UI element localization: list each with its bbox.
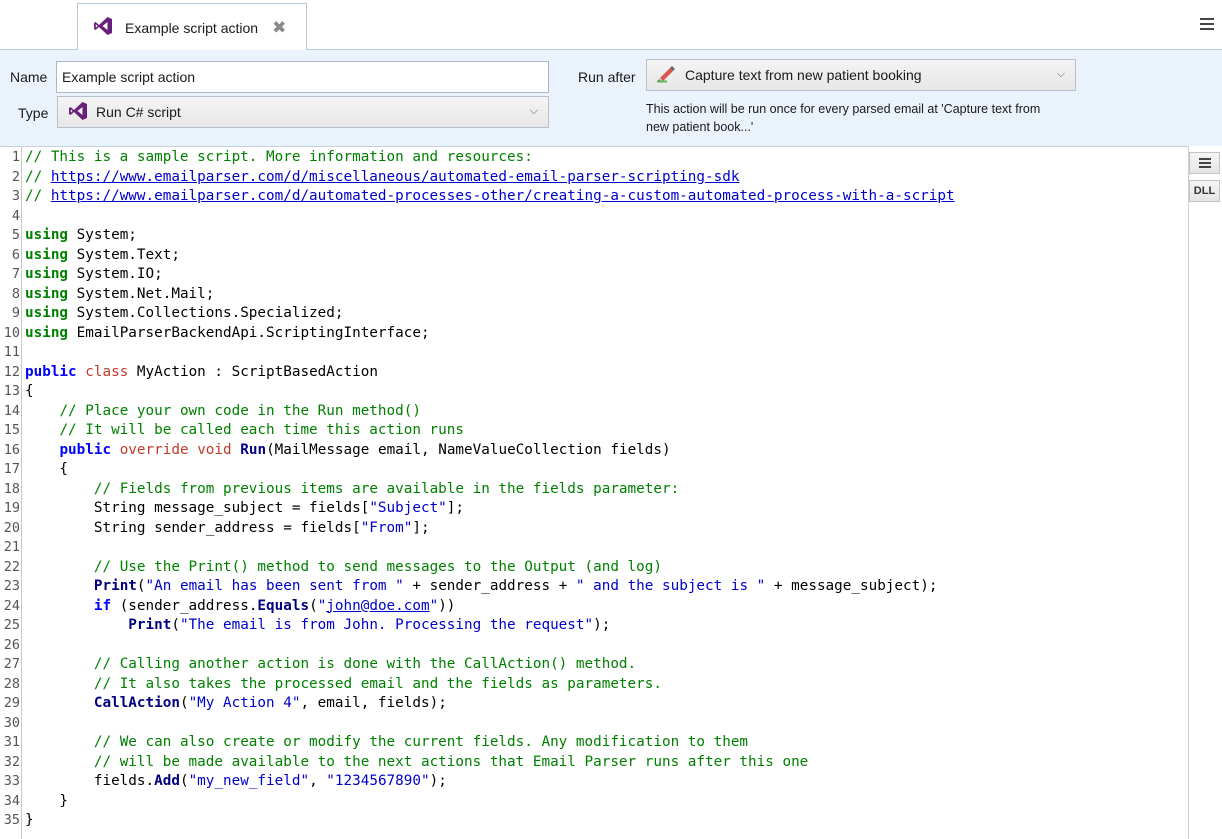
line-number: 5 — [11, 227, 20, 243]
code-line[interactable]: // Fields from previous items are availa… — [25, 480, 955, 500]
run-after-dropdown[interactable]: Capture text from new patient booking ⌵ — [646, 59, 1076, 91]
tab-bar: Example script action ✖ — [0, 0, 1222, 51]
run-after-note: This action will be run once for every p… — [646, 102, 1041, 134]
line-number: 31 — [3, 734, 20, 750]
line-number: 25 — [3, 617, 20, 633]
line-number: 15 — [3, 422, 20, 438]
line-number: 32 — [3, 753, 20, 770]
line-number: 3 — [11, 188, 20, 204]
code-line[interactable]: ​ — [25, 636, 955, 656]
line-number: 23 — [3, 578, 20, 594]
code-line[interactable]: // Use the Print() method to send messag… — [25, 558, 955, 578]
code-line[interactable]: ​ — [25, 207, 955, 227]
line-number: 34 — [3, 792, 20, 809]
code-line[interactable]: String sender_address = fields["From"]; — [25, 519, 955, 539]
code-line[interactable]: ​ — [25, 343, 955, 363]
code-line[interactable]: { — [25, 382, 955, 402]
line-number: 19 — [3, 500, 20, 516]
line-number-gutter: 1 2 3 4 5 6 7 8 9 10 11 12 13 14 15 16 17 18 19 20 21 22 23 24 2… — [0, 147, 22, 839]
line-number: 21 — [3, 539, 20, 555]
type-label: Type — [18, 105, 49, 121]
code-line[interactable]: CallAction("My Action 4", email, fields)… — [25, 694, 955, 714]
code-line[interactable]: // https://www.emailparser.com/d/automat… — [25, 187, 955, 207]
code-line[interactable]: Print("An email has been sent from " + s… — [25, 577, 955, 597]
line-number: 22 — [3, 558, 20, 575]
code-line[interactable]: using EmailParserBackendApi.ScriptingInt… — [25, 324, 955, 344]
code-line[interactable]: { — [25, 460, 955, 480]
line-number: 2 — [11, 168, 20, 185]
run-after-label: Run after — [578, 69, 636, 85]
code-line[interactable]: Print("The email is from John. Processin… — [25, 616, 955, 636]
line-number: 16 — [3, 441, 20, 458]
run-after-dropdown-value: Capture text from new patient booking — [685, 67, 922, 83]
code-line[interactable]: public class MyAction : ScriptBasedActio… — [25, 363, 955, 383]
line-number: 13 — [3, 383, 20, 399]
line-number: 8 — [11, 285, 20, 302]
code-line[interactable]: // It also takes the processed email and… — [25, 675, 955, 695]
chevron-down-icon: ⌵ — [529, 105, 538, 117]
line-number: 12 — [3, 363, 20, 380]
close-icon[interactable]: ✖ — [272, 19, 286, 36]
code-text[interactable]: // This is a sample script. More informa… — [25, 148, 955, 831]
visual-studio-icon — [68, 101, 88, 124]
code-line[interactable]: } — [25, 792, 955, 812]
line-number: 30 — [3, 714, 20, 731]
code-line[interactable]: using System.Net.Mail; — [25, 285, 955, 305]
line-number: 10 — [3, 324, 20, 341]
name-label: Name — [10, 69, 48, 85]
line-number: 26 — [3, 636, 20, 653]
line-number: 17 — [3, 461, 20, 477]
code-line[interactable]: // It will be called each time this acti… — [25, 421, 955, 441]
line-number: 1 — [11, 149, 20, 165]
code-editor[interactable]: 1 2 3 4 5 6 7 8 9 10 11 12 13 14 15 16 17 18 19 20 21 22 23 24 2… — [0, 146, 1189, 839]
menu-icon — [1198, 156, 1211, 170]
line-number: 28 — [3, 675, 20, 692]
line-number: 20 — [3, 519, 20, 536]
chevron-down-icon: ⌵ — [1056, 68, 1065, 80]
code-line[interactable]: using System.Text; — [25, 246, 955, 266]
code-line[interactable]: if (sender_address.Equals("john@doe.com"… — [25, 597, 955, 617]
editor-menu-button[interactable] — [1189, 152, 1220, 174]
action-properties-panel: Name Type Run C# script ⌵ Run after Capt… — [0, 50, 1222, 146]
code-line[interactable]: ​ — [25, 714, 955, 734]
line-number: 6 — [11, 246, 20, 263]
line-number: 7 — [11, 266, 20, 282]
code-line[interactable]: // We can also create or modify the curr… — [25, 733, 955, 753]
pen-highlighter-icon — [657, 65, 677, 86]
line-number: 35 — [3, 812, 20, 828]
type-dropdown-value: Run C# script — [96, 104, 181, 120]
tab-title: Example script action — [125, 19, 259, 36]
code-line[interactable]: String message_subject = fields["Subject… — [25, 499, 955, 519]
code-line[interactable]: using System.Collections.Specialized; — [25, 304, 955, 324]
code-line[interactable]: using System.IO; — [25, 265, 955, 285]
code-line[interactable]: fields.Add("my_new_field", "1234567890")… — [25, 772, 955, 792]
line-number: 18 — [3, 480, 20, 497]
code-line[interactable]: // Place your own code in the Run method… — [25, 402, 955, 422]
line-number: 11 — [3, 344, 20, 360]
code-line[interactable]: // This is a sample script. More informa… — [25, 148, 955, 168]
code-line[interactable]: ​ — [25, 538, 955, 558]
code-line[interactable]: } — [25, 811, 955, 831]
line-number: 33 — [3, 773, 20, 789]
menu-icon[interactable] — [1200, 18, 1214, 30]
line-number: 24 — [3, 597, 20, 614]
dll-button[interactable]: DLL — [1189, 180, 1220, 202]
code-line[interactable]: // will be made available to the next ac… — [25, 753, 955, 773]
line-number: 14 — [3, 402, 20, 419]
type-dropdown[interactable]: Run C# script ⌵ — [57, 96, 549, 128]
code-line[interactable]: using System; — [25, 226, 955, 246]
line-number: 29 — [3, 695, 20, 711]
name-input[interactable] — [56, 61, 549, 93]
code-line[interactable]: public override void Run(MailMessage ema… — [25, 441, 955, 461]
code-line[interactable]: // https://www.emailparser.com/d/miscell… — [25, 168, 955, 188]
line-number: 27 — [3, 656, 20, 672]
tab-example-script-action[interactable]: Example script action ✖ — [77, 3, 307, 51]
line-number: 4 — [11, 207, 20, 224]
visual-studio-icon — [93, 16, 113, 39]
line-number: 9 — [11, 305, 20, 321]
code-line[interactable]: // Calling another action is done with t… — [25, 655, 955, 675]
